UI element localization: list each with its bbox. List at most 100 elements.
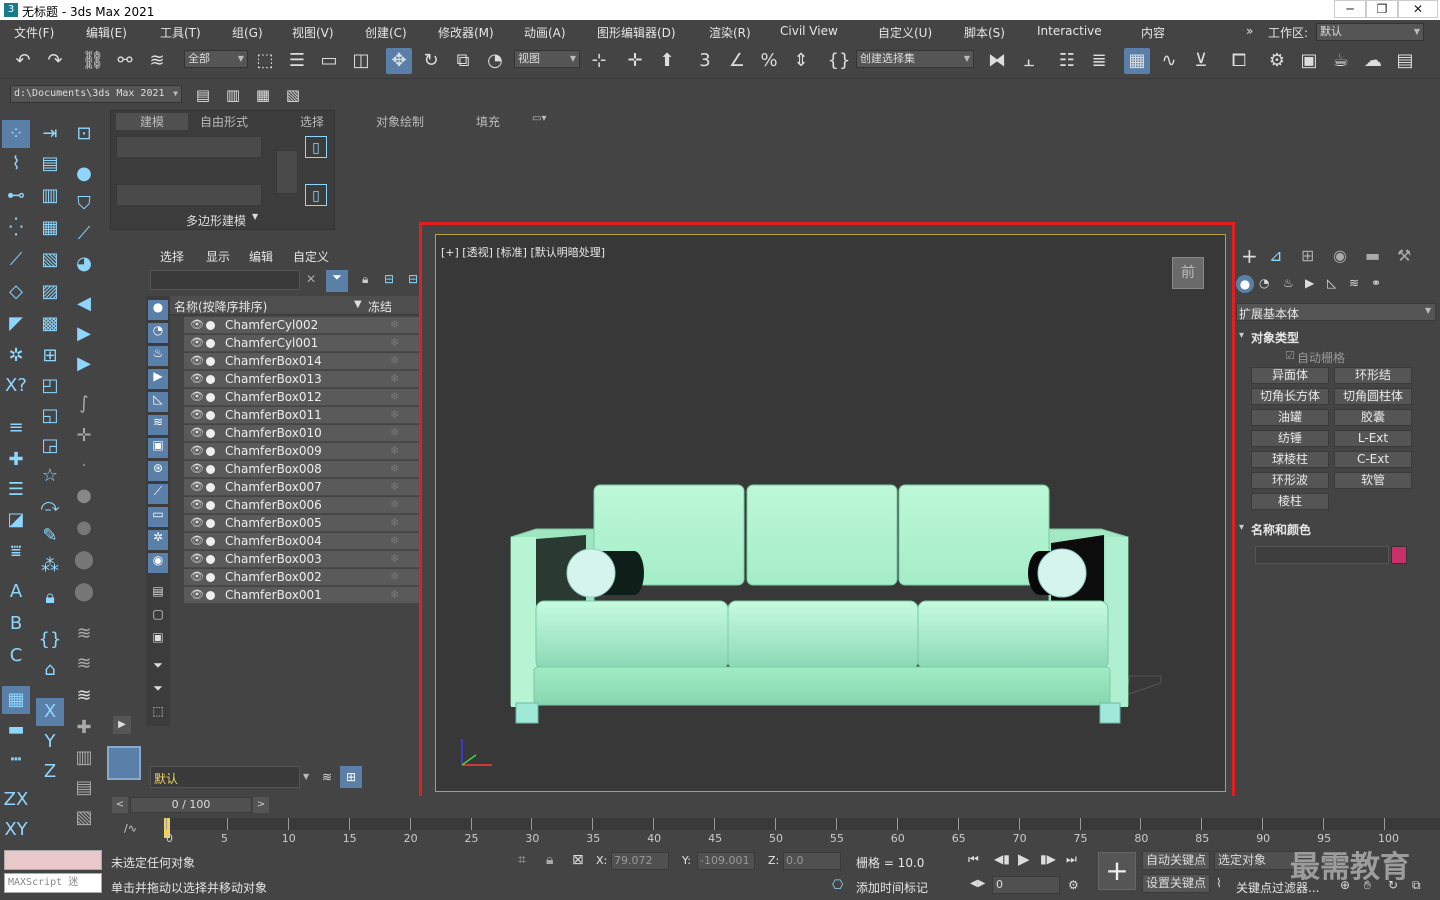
menu-file[interactable]: 文件(F) [14,24,54,41]
frame-icon[interactable]: ▩ [36,310,64,338]
l-ext-button[interactable]: L-Ext [1334,430,1412,447]
lasso-icon[interactable]: ⌇ [2,150,30,178]
grid-icon[interactable]: ▦ [2,686,30,714]
helpers-icon[interactable]: ◺ [1327,276,1336,290]
cameras-icon[interactable]: ▶ [1305,276,1314,290]
visibility-eye-icon[interactable]: 👁︎ [190,552,204,565]
select-tool-icon[interactable]: ⁘ [2,120,30,148]
stack-icon[interactable]: ☰ [2,476,30,504]
filter-box-icon[interactable]: ⬚ [148,704,168,724]
play-icon-c[interactable]: ▶ [70,350,98,378]
hierarchy-tab-icon[interactable]: ⊞ [1301,246,1314,265]
filter-hidden-icon[interactable]: ◉ [148,553,168,573]
ribbon-panel-dropdown-icon[interactable]: ▼ [252,212,258,221]
rendered-frame-icon[interactable]: ▣ [1296,48,1322,74]
freeze-snowflake-icon[interactable]: ❄ [390,534,399,547]
layer-toggle-icon[interactable]: ⊟ [408,272,418,286]
explorer-row[interactable]: 👁︎ ChamferBox013 ❄ [184,371,420,388]
create-project-icon[interactable]: ▤ [190,82,216,108]
explorer-row[interactable]: 👁︎ ChamferBox005 ❄ [184,515,420,532]
paint-icon[interactable]: ◤ [2,310,30,338]
render-production-icon[interactable]: ☕ [1328,48,1354,74]
restore-button[interactable]: ❐ [1366,0,1398,18]
visibility-eye-icon[interactable]: 👁︎ [190,480,204,493]
percent-snap-icon[interactable]: % [756,48,782,74]
scatter-icon[interactable]: ⁂ [36,552,64,580]
project-settings-icon[interactable]: ▧ [280,82,306,108]
hose-button[interactable]: 软管 [1334,472,1412,489]
material-editor-icon[interactable]: ⧠ [1226,48,1252,74]
hierarchy-icon[interactable]: ⩸ [2,538,30,566]
menu-graph-editors[interactable]: 图形编辑器(D) [597,24,676,41]
explorer-tab-display[interactable]: 显示 [206,248,230,265]
select-object-icon[interactable]: ⬚ [252,48,278,74]
freeze-snowflake-icon[interactable]: ❄ [390,336,399,349]
filter-frozen-icon[interactable]: ✲ [148,530,168,550]
layer-stack-3-icon[interactable]: ≋ [70,682,98,710]
hide-icon[interactable]: ◰ [36,372,64,400]
workspace-dropdown[interactable]: 默认 [1316,23,1424,41]
ribbon-tab-selection[interactable]: 选择 [300,113,324,130]
time-tag-icon[interactable]: ⎔ [832,878,843,893]
sphere-tool-icon[interactable]: ● [70,160,98,188]
c-ext-button[interactable]: C-Ext [1334,451,1412,468]
undo-icon[interactable]: ↶ [10,48,36,74]
category-dropdown-arrow-icon[interactable]: ▼ [1425,306,1431,315]
measure-icon[interactable]: ┅ [2,746,30,774]
track-bar[interactable] [164,818,1440,830]
render-toggle-icon[interactable] [206,555,215,564]
freeze-snowflake-icon[interactable]: ❄ [390,372,399,385]
menu-group[interactable]: 组(G) [232,24,263,41]
create-tab-icon[interactable]: + [1241,244,1258,268]
tile-icon[interactable]: ▦ [36,214,64,242]
column-name-header[interactable]: 名称(按降序排序) [174,298,267,315]
key-mode-icon[interactable]: ◀▶ [970,878,985,889]
perspective-viewport[interactable]: [+] [透视] [标准] [默认明暗处理] 前 [435,234,1226,792]
visibility-eye-icon[interactable]: 👁︎ [190,354,204,367]
sphere-xl-icon[interactable]: ⬤ [70,578,98,606]
explorer-row[interactable]: 👁︎ ChamferBox003 ❄ [184,551,420,568]
axis-z-icon[interactable]: Z [36,758,64,786]
hierarchy-toggle-icon[interactable]: ⊟ [384,272,394,286]
selection-filter-dropdown[interactable]: 全部 [184,50,248,68]
systems-icon[interactable]: ⚭ [1371,276,1381,290]
maximize-viewport-icon[interactable]: ⧉ [1412,878,1421,893]
spacewarps-icon[interactable]: ≋ [1349,276,1359,290]
rollout-object-type[interactable]: 对象类型 [1251,329,1299,346]
ribbon-model2-icon[interactable]: ▯ [305,184,327,206]
visibility-eye-icon[interactable]: 👁︎ [190,588,204,601]
layer-sort-icon[interactable]: ≋ [316,766,338,788]
explorer-row[interactable]: 👁︎ ChamferBox011 ❄ [184,407,420,424]
create-shape-icon[interactable]: ◪ [2,506,30,534]
lathe-icon[interactable]: ◲ [36,432,64,460]
display-tab-icon[interactable]: ▬ [1365,246,1380,265]
visibility-eye-icon[interactable]: 👁︎ [190,498,204,511]
freeze-snowflake-icon[interactable]: ❄ [390,426,399,439]
time-config-icon[interactable]: ⚙ [1068,878,1079,892]
visibility-eye-icon[interactable]: 👁︎ [190,390,204,403]
current-frame-field[interactable]: 0 [992,876,1060,894]
render-cloud-icon[interactable]: ☁ [1360,48,1386,74]
sphere-mid-icon[interactable]: ● [70,514,98,542]
menu-views[interactable]: 视图(V) [292,24,334,41]
column-freeze-header[interactable]: 冻结 [368,298,392,315]
menu-civil-view[interactable]: Civil View [780,24,838,38]
explorer-row[interactable]: 👁︎ ChamferBox001 ❄ [184,587,420,604]
explorer-row[interactable]: 👁︎ ChamferBox012 ❄ [184,389,420,406]
menu-tools[interactable]: 工具(T) [160,24,201,41]
rollout-name-collapse-icon[interactable]: ▾ [1239,522,1244,533]
layer-stack-icon[interactable]: ≋ [70,620,98,648]
play-icon-b[interactable]: ▶ [70,320,98,348]
explorer-row[interactable]: 👁︎ ChamferBox010 ❄ [184,425,420,442]
sphere-large-icon[interactable]: ⬤ [70,546,98,574]
ribbon-tab-freeform[interactable]: 自由形式 [200,113,248,130]
keyboard-shortcut-icon[interactable]: ⬆ [654,48,680,74]
explorer-tab-select[interactable]: 选择 [160,248,184,265]
rect-selection-icon[interactable]: ▭ [316,48,342,74]
pivot-center-icon[interactable]: ⊹ [586,48,612,74]
visibility-eye-icon[interactable]: 👁︎ [190,408,204,421]
select-by-name-icon[interactable]: ☰ [284,48,310,74]
go-to-end-icon[interactable]: ⏭ [1066,852,1077,867]
explorer-row[interactable]: 👁︎ ChamferCyl002 ❄ [184,317,420,334]
rollout-name-color[interactable]: 名称和颜色 [1251,521,1311,538]
